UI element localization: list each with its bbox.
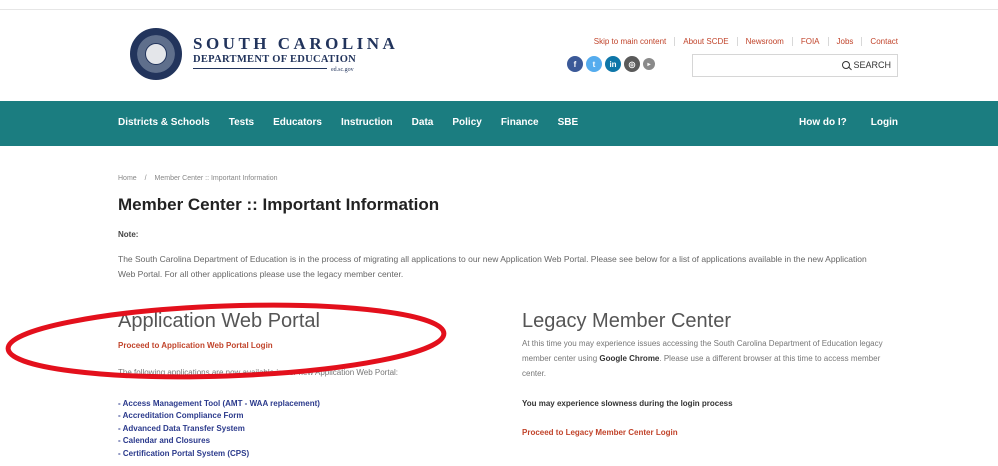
state-seal-logo[interactable] <box>130 28 182 80</box>
main-nav: Districts & Schools Tests Educators Inst… <box>0 101 998 146</box>
intro-text: The South Carolina Department of Educati… <box>118 254 867 279</box>
search-button-label: SEARCH <box>853 60 891 70</box>
nav-login[interactable]: Login <box>871 117 898 128</box>
breadcrumb-separator: / <box>144 175 147 182</box>
slowness-notice: You may experience slowness during the l… <box>522 399 733 408</box>
search-box: SEARCH <box>692 54 898 77</box>
list-item: - Advanced Data Transfer System <box>118 423 320 435</box>
nav-how-do-i[interactable]: How do I? <box>799 117 847 128</box>
list-item: - Access Management Tool (AMT - WAA repl… <box>118 398 320 410</box>
breadcrumb: Home / Member Center :: Important Inform… <box>118 175 283 182</box>
app-link-certification[interactable]: - Certification Portal System (CPS) <box>118 449 249 458</box>
app-link-data-transfer[interactable]: - Advanced Data Transfer System <box>118 424 245 433</box>
list-item: - Accreditation Compliance Form <box>118 410 320 422</box>
legacy-notice-text: At this time you may experience issues a… <box>522 336 902 381</box>
twitter-icon[interactable]: t <box>586 56 602 72</box>
utility-links: Skip to main content About SCDE Newsroom… <box>594 37 898 46</box>
jobs-link[interactable]: Jobs <box>827 37 862 46</box>
breadcrumb-current: Member Center :: Important Information <box>154 175 278 182</box>
newsroom-link[interactable]: Newsroom <box>736 37 792 46</box>
portal-title: Application Web Portal <box>118 310 320 332</box>
portal-login-link[interactable]: Proceed to Application Web Portal Login <box>118 341 273 350</box>
nav-finance[interactable]: Finance <box>501 117 539 128</box>
contact-link[interactable]: Contact <box>861 37 898 46</box>
portal-intro-text: The following applications are now avail… <box>118 368 399 377</box>
nav-instruction[interactable]: Instruction <box>341 117 393 128</box>
facebook-icon[interactable]: f <box>567 56 583 72</box>
nav-districts-schools[interactable]: Districts & Schools <box>118 117 210 128</box>
foia-link[interactable]: FOIA <box>791 37 828 46</box>
list-item: - Certification Portal System (CPS) <box>118 448 320 460</box>
page-title: Member Center :: Important Information <box>118 195 440 214</box>
search-input[interactable] <box>693 55 833 76</box>
nav-educators[interactable]: Educators <box>273 117 322 128</box>
note-label: Note: <box>118 230 139 239</box>
nav-sbe[interactable]: SBE <box>558 117 579 128</box>
nav-policy[interactable]: Policy <box>452 117 481 128</box>
legacy-login-link[interactable]: Proceed to Legacy Member Center Login <box>522 428 678 437</box>
youtube-icon[interactable]: ▸ <box>643 58 655 70</box>
skip-to-main-link[interactable]: Skip to main content <box>594 37 674 46</box>
instagram-icon[interactable]: ◎ <box>624 56 640 72</box>
social-links: f t in ◎ ▸ <box>567 56 655 72</box>
brand-title[interactable]: SOUTH CAROLINA <box>193 34 398 54</box>
legacy-notice-browser: Google Chrome <box>599 354 660 363</box>
app-link-accreditation[interactable]: - Accreditation Compliance Form <box>118 411 244 420</box>
app-link-amt[interactable]: - Access Management Tool (AMT - WAA repl… <box>118 399 320 408</box>
legacy-title: Legacy Member Center <box>522 310 731 332</box>
seal-center <box>145 43 167 65</box>
search-icon <box>842 61 851 69</box>
portal-app-list: - Access Management Tool (AMT - WAA repl… <box>118 398 320 460</box>
list-item: - Calendar and Closures <box>118 435 320 447</box>
brand-url: ed.sc.gov <box>331 67 354 73</box>
linkedin-icon[interactable]: in <box>605 56 621 72</box>
brand-divider <box>193 68 327 69</box>
brand-subtitle[interactable]: DEPARTMENT OF EDUCATION <box>193 54 356 65</box>
top-border <box>0 0 998 10</box>
nav-data[interactable]: Data <box>412 117 434 128</box>
app-link-calendar[interactable]: - Calendar and Closures <box>118 436 210 445</box>
about-scde-link[interactable]: About SCDE <box>674 37 736 46</box>
nav-tests[interactable]: Tests <box>229 117 254 128</box>
search-button[interactable]: SEARCH <box>842 60 891 70</box>
breadcrumb-home[interactable]: Home <box>118 175 137 182</box>
